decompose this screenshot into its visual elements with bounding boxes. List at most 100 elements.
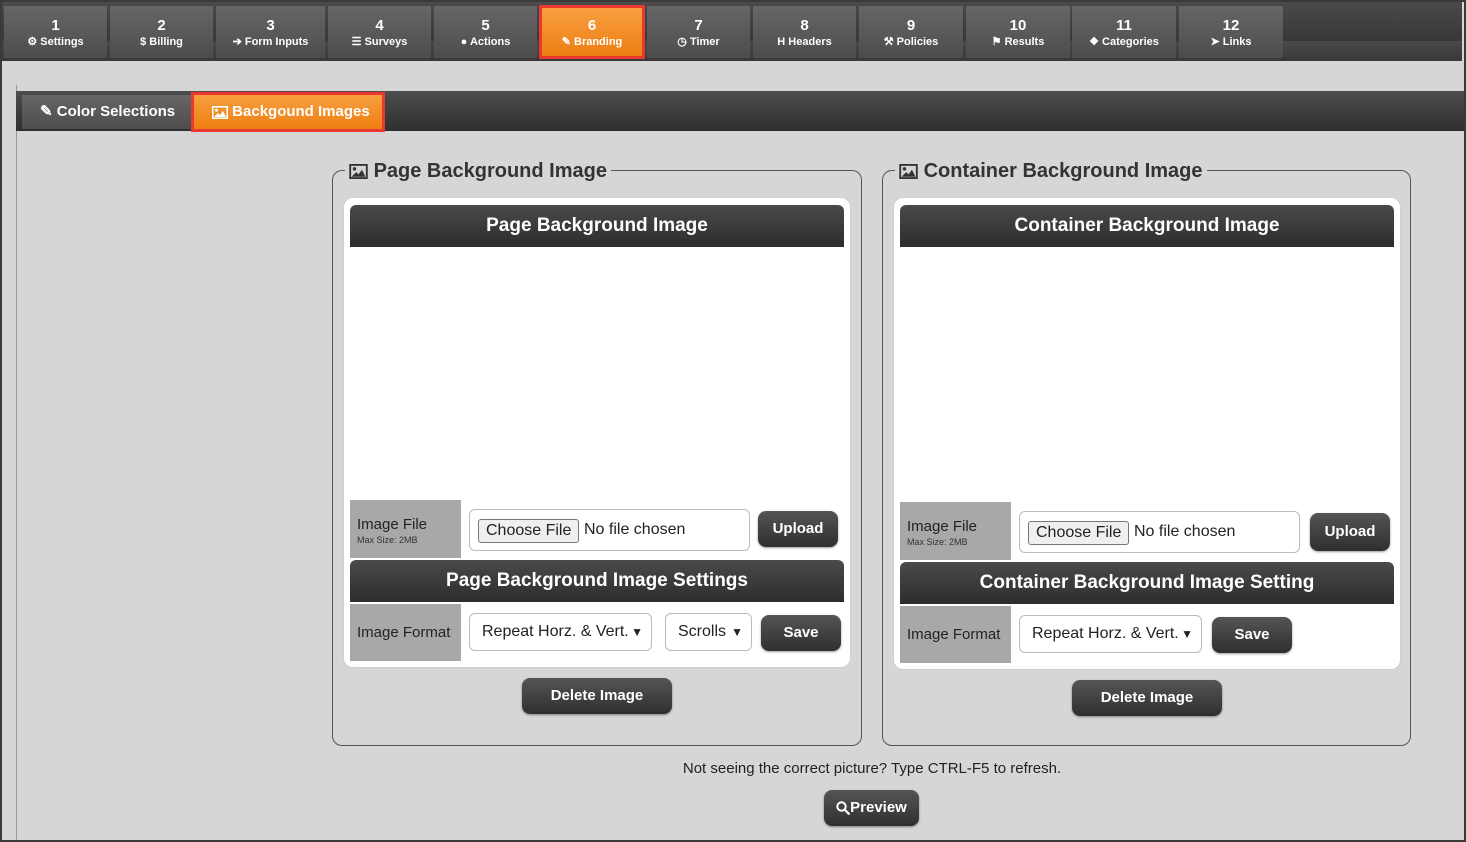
delete-image-button[interactable]: Delete Image — [1072, 680, 1222, 716]
scroll-behavior-select[interactable]: Scrolls ▼ — [665, 613, 752, 651]
pointer-icon: ➤ — [1210, 36, 1220, 48]
fieldset-legend: Page Background Image — [345, 157, 611, 185]
list-icon: ☰ — [351, 36, 362, 48]
step-tab-billing[interactable]: 2 $ Billing — [110, 6, 213, 58]
step-number: 7 — [694, 17, 703, 34]
step-tab-actions[interactable]: 5 ● Actions — [434, 6, 537, 58]
panel-header: Page Background Image — [350, 205, 844, 247]
step-label: Timer — [689, 36, 720, 48]
label-text: Image Format — [357, 624, 451, 641]
step-number: 9 — [906, 17, 916, 34]
step-label: Settings — [40, 36, 84, 48]
image-icon — [899, 164, 918, 180]
tab-label: Color Selections — [56, 103, 176, 120]
select-value: Repeat Horz. & Vert. — [1032, 625, 1179, 642]
step-tab-form-inputs[interactable]: 3 ➔ Form Inputs — [216, 6, 325, 58]
page-background-panel: Page Background Image Image File Max Siz… — [343, 197, 851, 668]
upload-button[interactable]: Upload — [1310, 513, 1390, 551]
panel-header: Container Background Image — [900, 205, 1394, 247]
step-tab-settings[interactable]: 1 ⚙ Settings — [4, 6, 107, 58]
step-tab-branding[interactable]: 6 ✎ Branding — [539, 5, 645, 59]
step-label: Headers — [788, 36, 832, 48]
user-icon: ● — [460, 36, 468, 48]
cubes-icon: ❖ — [1089, 36, 1099, 48]
step-label: Billing — [149, 36, 183, 48]
image-format-label: Image Format — [350, 604, 461, 661]
step-label: Links — [1222, 36, 1252, 48]
step-label: Branding — [574, 36, 623, 48]
paintbrush-icon: ✎ — [561, 36, 571, 48]
step-label: Categories — [1102, 36, 1159, 48]
step-tab-categories[interactable]: 11 ❖ Categories — [1072, 6, 1176, 58]
choose-file-button[interactable]: Choose File — [478, 519, 580, 543]
refresh-note: Not seeing the correct picture? Type CTR… — [682, 760, 1062, 777]
step-number: 3 — [266, 17, 275, 34]
save-button[interactable]: Save — [761, 615, 841, 651]
clock-icon: ◷ — [677, 36, 687, 48]
tab-label: Backgound Images — [232, 103, 370, 120]
legend-text: Page Background Image — [373, 160, 607, 182]
select-value: Repeat Horz. & Vert. — [482, 623, 629, 640]
search-icon — [836, 801, 851, 815]
preview-label: Preview — [850, 799, 907, 816]
fieldset-legend: Container Background Image — [895, 157, 1207, 185]
upload-button[interactable]: Upload — [758, 511, 838, 547]
file-status: No file chosen — [584, 521, 686, 538]
step-tab-results[interactable]: 10 ⚑ Results — [966, 6, 1070, 58]
step-tab-policies[interactable]: 9 ⚒ Policies — [859, 6, 963, 58]
label-text: Image File — [907, 518, 978, 535]
paintbrush-icon: ✎ — [40, 103, 53, 120]
page-background-fieldset: Page Background Image Page Background Im… — [332, 157, 862, 746]
gear-icon: ⚙ — [27, 36, 38, 48]
step-number: 4 — [375, 17, 384, 34]
step-number: 5 — [481, 17, 490, 34]
step-number: 1 — [51, 17, 60, 34]
step-number: 10 — [1009, 17, 1027, 34]
step-number: 12 — [1222, 17, 1240, 34]
image-format-label: Image Format — [900, 606, 1011, 663]
step-number: 6 — [587, 17, 597, 34]
image-preview-area — [350, 247, 844, 499]
settings-header: Page Background Image Settings — [350, 560, 844, 602]
tab-color-selections[interactable]: ✎ Color Selections — [22, 95, 192, 129]
image-file-label: Image File Max Size: 2MB — [350, 500, 461, 558]
chevron-down-icon: ▼ — [631, 625, 643, 639]
step-tab-links[interactable]: 12 ➤ Links — [1179, 6, 1283, 58]
gavel-icon: ⚒ — [883, 36, 894, 48]
tab-background-images[interactable]: Backgound Images — [191, 92, 385, 132]
step-label: Actions — [469, 36, 511, 48]
step-tab-timer[interactable]: 7 ◷ Timer — [647, 6, 750, 58]
choose-file-button[interactable]: Choose File — [1028, 521, 1130, 545]
image-icon — [349, 164, 368, 180]
chevron-down-icon: ▼ — [1181, 627, 1193, 641]
select-value: Scrolls — [678, 623, 727, 640]
file-input[interactable]: Choose File No file chosen — [1019, 511, 1300, 553]
container-background-fieldset: Container Background Image Container Bac… — [882, 157, 1411, 746]
settings-header: Container Background Image Setting — [900, 562, 1394, 604]
step-label: Policies — [896, 36, 939, 48]
image-format-select[interactable]: Repeat Horz. & Vert. ▼ — [1019, 615, 1202, 653]
save-button[interactable]: Save — [1212, 617, 1292, 653]
chevron-down-icon: ▼ — [731, 625, 743, 639]
label-text: Image File — [357, 516, 428, 533]
step-number: 11 — [1116, 17, 1132, 34]
image-format-select[interactable]: Repeat Horz. & Vert. ▼ — [469, 613, 652, 651]
step-tab-headers[interactable]: 8 H Headers — [753, 6, 856, 58]
file-status: No file chosen — [1134, 523, 1236, 540]
step-label: Results — [1004, 36, 1045, 48]
step-tab-surveys[interactable]: 4 ☰ Surveys — [328, 6, 431, 58]
file-input[interactable]: Choose File No file chosen — [469, 509, 750, 551]
image-preview-area — [900, 247, 1394, 501]
branding-subtabs: ✎ Color Selections Backgound Images — [16, 91, 1464, 132]
delete-image-button[interactable]: Delete Image — [522, 678, 672, 714]
legend-text: Container Background Image — [923, 160, 1203, 182]
header-icon: H — [777, 36, 786, 48]
image-icon — [212, 105, 228, 119]
max-size-text: Max Size: 2MB — [907, 537, 968, 547]
preview-button[interactable]: Preview — [824, 790, 919, 826]
image-file-label: Image File Max Size: 2MB — [900, 502, 1011, 560]
container-background-panel: Container Background Image Image File Ma… — [893, 197, 1401, 670]
label-text: Image Format — [907, 626, 1001, 643]
step-number: 8 — [800, 17, 809, 34]
max-size-text: Max Size: 2MB — [357, 535, 418, 545]
